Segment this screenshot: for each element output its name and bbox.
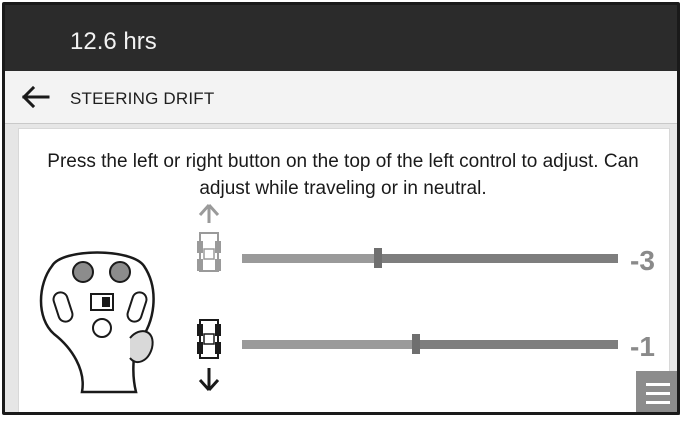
app-window: 12.6 hrs STEERING DRIFT Press the left o… bbox=[0, 0, 686, 421]
window-border bbox=[2, 2, 680, 415]
